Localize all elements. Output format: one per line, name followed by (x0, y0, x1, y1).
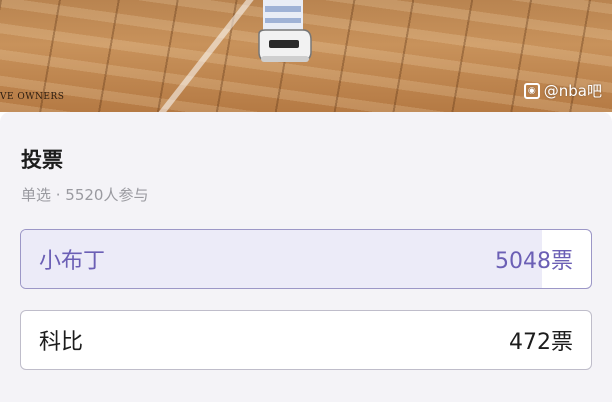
poll-option-count: 5048票 (495, 249, 573, 274)
poll-option-label: 小布丁 (39, 249, 106, 274)
poll-meta: 单选 · 5520人参与 (21, 186, 149, 204)
camera-icon: ◉ (523, 82, 540, 99)
light-streak (151, 0, 255, 112)
poll-option-count: 472票 (509, 330, 573, 355)
sneaker-foot-image (258, 0, 312, 62)
poll-option-1[interactable]: 小布丁 5048票 (20, 229, 592, 289)
watermark-text: @nba吧 (543, 82, 602, 100)
poll-option-label: 科比 (39, 330, 84, 355)
poll-card: 投票 单选 · 5520人参与 小布丁 5048票 科比 472票 (0, 112, 612, 402)
poll-option-2[interactable]: 科比 472票 (20, 310, 592, 370)
poll-title: 投票 (21, 148, 63, 172)
hero-caption: VE OWNERS (0, 92, 65, 102)
hero-image: VE OWNERS ◉ @nba吧 (0, 0, 612, 112)
watermark: ◉ @nba吧 (523, 80, 602, 101)
